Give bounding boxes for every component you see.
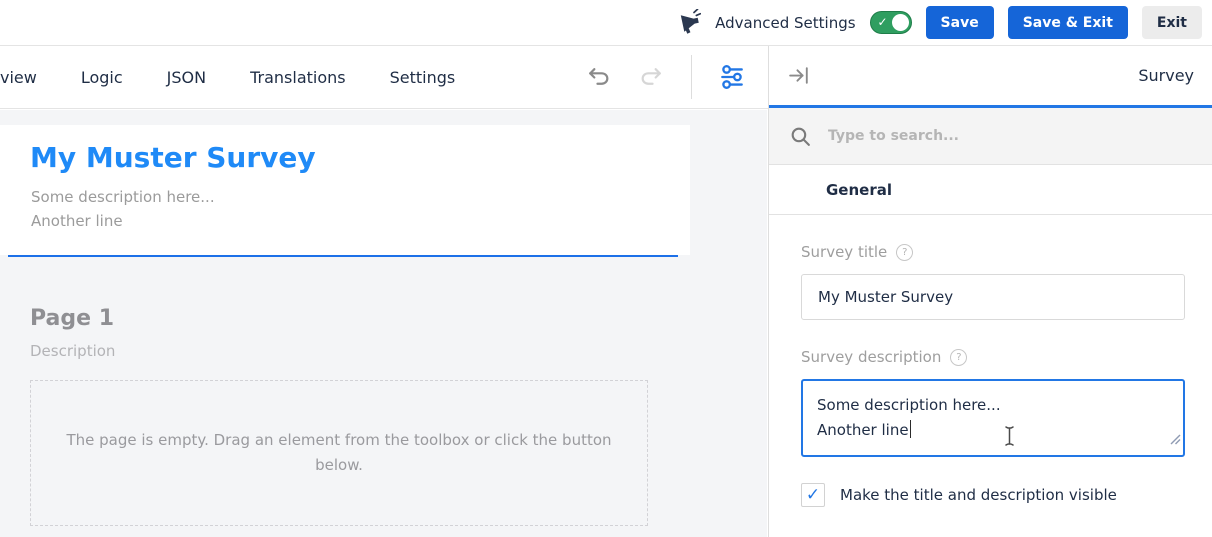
collapse-right-icon[interactable] <box>787 63 812 88</box>
show-title-checkbox-row: ✓ Make the title and description visible <box>801 483 1185 507</box>
question-circle-icon[interactable]: ? <box>950 349 967 366</box>
property-grid-panel: Survey General Survey title ? Survey des… <box>768 46 1212 537</box>
ibeam-cursor <box>1003 425 1016 455</box>
advanced-settings-toggle[interactable]: ✓ <box>870 11 912 34</box>
top-toolbar: Advanced Settings ✓ Save Save & Exit Exi… <box>0 0 1212 46</box>
creator-tab-bar: view Logic JSON Translations Settings <box>0 46 768 109</box>
resize-handle-icon[interactable] <box>1170 428 1181 453</box>
canvas-survey-title[interactable]: My Muster Survey <box>30 141 690 174</box>
undo-icon[interactable] <box>585 64 612 91</box>
canvas-survey-description[interactable]: Some description here... Another line <box>31 185 690 233</box>
description-line-2: Another line <box>817 418 1169 443</box>
tab-logic[interactable]: Logic <box>81 68 123 87</box>
header-divider-line <box>8 255 678 257</box>
show-title-checkbox[interactable]: ✓ <box>801 483 825 507</box>
search-icon <box>789 125 812 148</box>
survey-title-label-row: Survey title ? <box>801 243 1185 261</box>
exit-button[interactable]: Exit <box>1142 6 1202 39</box>
design-surface: My Muster Survey Some description here..… <box>0 110 767 537</box>
advanced-settings-label: Advanced Settings <box>715 14 855 32</box>
survey-title-input[interactable] <box>801 274 1185 320</box>
property-grid-header: Survey <box>769 46 1212 108</box>
description-line-1: Some description here... <box>817 393 1169 418</box>
save-button[interactable]: Save <box>926 6 994 39</box>
tabbar-divider <box>691 55 692 99</box>
tabbar-actions <box>585 55 768 99</box>
tab-translations[interactable]: Translations <box>250 68 346 87</box>
survey-description-textarea[interactable]: Some description here... Another line <box>801 379 1185 457</box>
empty-page-text: The page is empty. Drag an element from … <box>59 428 619 478</box>
property-search-bar <box>769 108 1212 165</box>
property-grid-body: Survey title ? Survey description ? Some… <box>769 215 1212 507</box>
tab-settings[interactable]: Settings <box>390 68 456 87</box>
survey-description-label: Survey description <box>801 348 941 366</box>
section-general[interactable]: General <box>769 165 1212 215</box>
sliders-icon[interactable] <box>718 63 746 91</box>
text-caret <box>910 420 912 438</box>
toggle-knob <box>892 14 909 31</box>
selected-element-title: Survey <box>1138 66 1194 85</box>
redo-icon[interactable] <box>638 64 665 91</box>
survey-header-block[interactable]: My Muster Survey Some description here..… <box>0 125 690 255</box>
survey-creator-window: Advanced Settings ✓ Save Save & Exit Exi… <box>0 0 1212 537</box>
search-input[interactable] <box>828 128 1212 144</box>
canvas-page-title[interactable]: Page 1 <box>30 306 114 331</box>
canvas-description-line-1: Some description here... <box>31 185 690 209</box>
survey-title-label: Survey title <box>801 243 887 261</box>
question-circle-icon[interactable]: ? <box>896 244 913 261</box>
save-and-exit-button[interactable]: Save & Exit <box>1008 6 1128 39</box>
toggle-check-icon: ✓ <box>878 15 888 29</box>
empty-page-dropzone[interactable]: The page is empty. Drag an element from … <box>30 380 648 526</box>
tab-preview[interactable]: view <box>0 68 37 87</box>
survey-description-label-row: Survey description ? <box>801 348 1185 366</box>
show-title-checkbox-label: Make the title and description visible <box>840 486 1117 504</box>
canvas-page-description[interactable]: Description <box>30 342 115 360</box>
tab-json[interactable]: JSON <box>167 68 206 87</box>
megaphone-icon <box>674 9 701 36</box>
canvas-description-line-2: Another line <box>31 209 690 233</box>
